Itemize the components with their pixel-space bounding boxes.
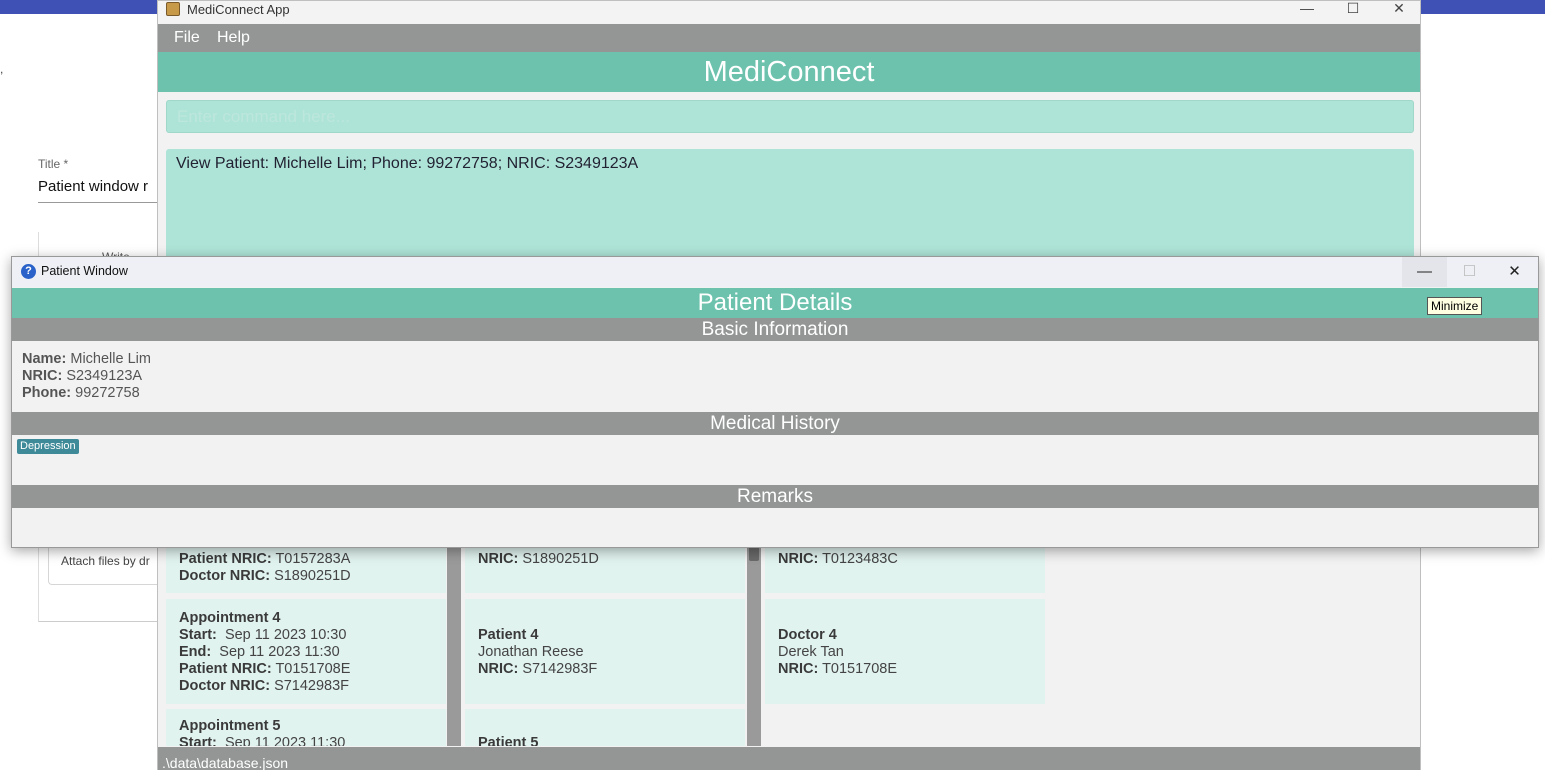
patient-card[interactable]: Patient 5 xyxy=(465,709,745,746)
doctor-title: Doctor 4 xyxy=(778,627,837,643)
label: NRIC: xyxy=(478,551,519,567)
basic-information: Name: Michelle Lim NRIC: S2349123A Phone… xyxy=(22,351,151,402)
app-header-title: MediConnect xyxy=(158,52,1420,92)
patient-nric: T0157283A xyxy=(275,551,351,567)
app-window-title: MediConnect App xyxy=(187,2,290,17)
minimize-button[interactable]: — xyxy=(1402,257,1447,287)
menu-bar: File Help xyxy=(158,24,1420,52)
patient-title: Patient 4 xyxy=(478,627,539,643)
app-minimize-button[interactable]: — xyxy=(1284,1,1330,23)
patient-list-scrollbar[interactable] xyxy=(747,541,761,746)
command-input[interactable] xyxy=(166,100,1414,133)
label: Name: xyxy=(22,351,67,367)
app-close-button[interactable]: ✕ xyxy=(1376,1,1422,23)
appointment-list-scrollbar[interactable] xyxy=(447,541,461,746)
patient-card[interactable]: Patient 4 Jonathan Reese NRIC: S7142983F xyxy=(465,599,745,704)
patient-details-header: Patient Details xyxy=(12,288,1538,318)
start-time: Sep 11 2023 10:30 xyxy=(224,627,347,643)
background-text: , xyxy=(0,62,4,76)
browser-top-bar-right xyxy=(1418,0,1545,14)
appointment-title: Appointment 4 xyxy=(179,610,281,626)
appointment-title: Appointment 5 xyxy=(179,718,281,734)
start-time: Sep 11 2023 11:30 xyxy=(224,735,346,746)
minimize-tooltip: Minimize xyxy=(1427,297,1483,315)
patient-nric: S1890251D xyxy=(522,551,599,567)
title-field[interactable]: Patient window r xyxy=(38,178,148,195)
medical-history-tag: Depression xyxy=(17,439,79,454)
remarks-header: Remarks xyxy=(12,485,1538,508)
label: NRIC: xyxy=(778,551,819,567)
label: Start: xyxy=(179,627,217,643)
doctor-nric: S1890251D xyxy=(274,568,351,584)
patient-nric: T0151708E xyxy=(275,661,351,677)
maximize-button[interactable]: ☐ xyxy=(1447,257,1492,287)
patient-name: Jonathan Reese xyxy=(478,644,584,660)
patient-nric: S2349123A xyxy=(66,368,143,384)
patient-phone: 99272758 xyxy=(75,385,140,401)
patient-card[interactable]: NRIC: S1890251D xyxy=(465,541,745,593)
label: Doctor NRIC: xyxy=(179,568,271,584)
label: NRIC: xyxy=(778,661,819,677)
appointment-card[interactable]: Appointment 5 Start: Sep 11 2023 11:30 xyxy=(166,709,446,746)
command-result-display: View Patient: Michelle Lim; Phone: 99272… xyxy=(166,149,1414,269)
title-field-underline xyxy=(38,202,160,203)
app-title-bar: MediConnect App — ☐ ✕ xyxy=(158,1,1420,23)
doctor-name: Derek Tan xyxy=(778,644,844,660)
patient-window: ? Patient Window — ☐ ✕ Patient Details B… xyxy=(11,256,1539,548)
help-icon: ? xyxy=(21,264,36,279)
label: NRIC: xyxy=(478,661,519,677)
basic-information-header: Basic Information xyxy=(12,318,1538,341)
patient-name: Michelle Lim xyxy=(70,351,151,367)
appointment-card[interactable]: Appointment 4 Start: Sep 11 2023 10:30 E… xyxy=(166,599,446,704)
label: Doctor NRIC: xyxy=(179,678,271,694)
patient-nric: S7142983F xyxy=(522,661,598,677)
doctor-nric: T0151708E xyxy=(822,661,898,677)
doctor-nric: T0123483C xyxy=(822,551,898,567)
app-logo-icon xyxy=(166,2,180,16)
title-field-label: Title * xyxy=(38,157,69,171)
end-time: Sep 11 2023 11:30 xyxy=(219,644,340,660)
doctor-card[interactable]: NRIC: T0123483C xyxy=(765,541,1045,593)
label: Phone: xyxy=(22,385,72,401)
status-bar-file-path: .\data\database.json xyxy=(158,747,1420,770)
patient-title: Patient 5 xyxy=(478,735,539,746)
app-maximize-button[interactable]: ☐ xyxy=(1330,1,1376,23)
label: Start: xyxy=(179,735,217,746)
label: NRIC: xyxy=(22,368,63,384)
label: End: xyxy=(179,644,212,660)
label: Patient NRIC: xyxy=(179,661,272,677)
list-panels: Patient NRIC: T0157283A Doctor NRIC: S18… xyxy=(158,541,1420,746)
patient-window-title: Patient Window xyxy=(41,264,128,278)
close-button[interactable]: ✕ xyxy=(1492,257,1537,287)
medical-history-header: Medical History xyxy=(12,412,1538,435)
label: Patient NRIC: xyxy=(179,551,272,567)
doctor-nric: S7142983F xyxy=(274,678,350,694)
patient-window-title-bar[interactable]: ? Patient Window — ☐ ✕ xyxy=(12,257,1538,287)
doctor-card[interactable]: Doctor 4 Derek Tan NRIC: T0151708E xyxy=(765,599,1045,704)
appointment-card[interactable]: Patient NRIC: T0157283A Doctor NRIC: S18… xyxy=(166,541,446,593)
menu-file[interactable]: File xyxy=(174,29,200,47)
menu-help[interactable]: Help xyxy=(217,29,250,47)
